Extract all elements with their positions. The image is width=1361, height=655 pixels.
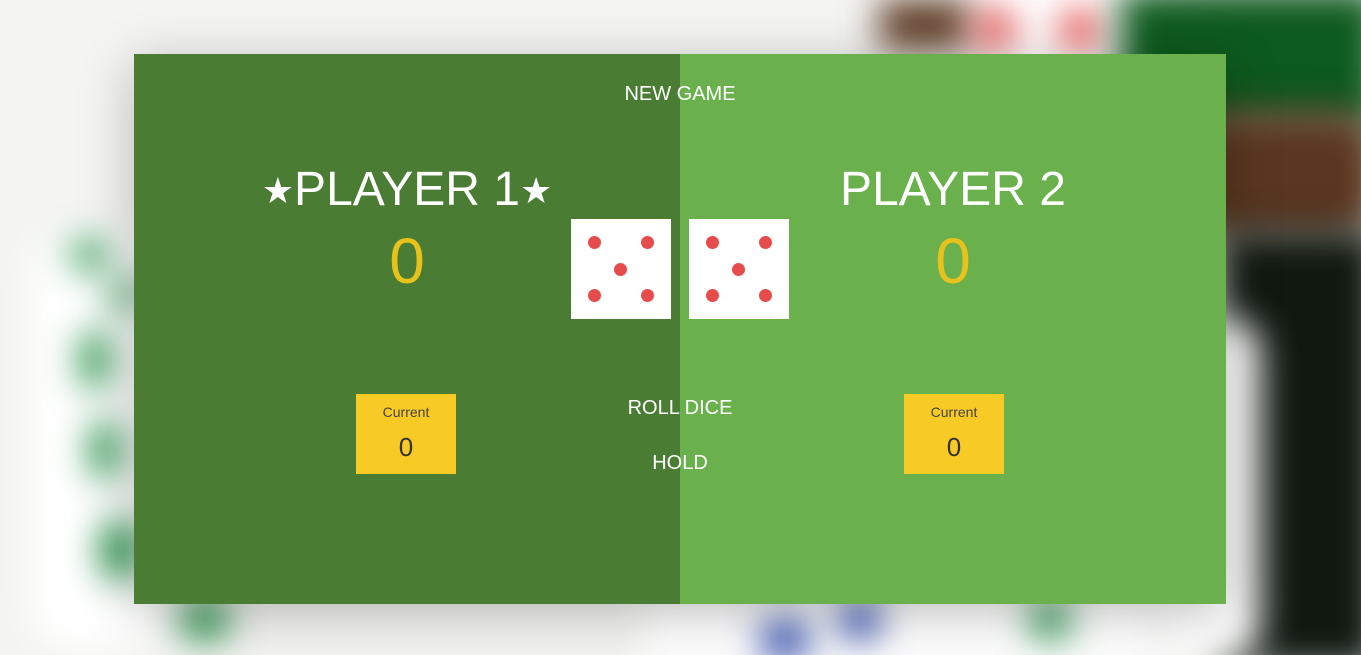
pip bbox=[641, 236, 654, 249]
roll-dice-button[interactable]: ROLL DICE bbox=[134, 396, 1226, 421]
pip bbox=[588, 289, 601, 302]
pip bbox=[759, 289, 772, 302]
pip bbox=[706, 236, 719, 249]
player-2-panel: PLAYER 2 0 Current 0 bbox=[680, 54, 1226, 604]
pip bbox=[706, 289, 719, 302]
hold-button[interactable]: HOLD bbox=[134, 451, 1226, 476]
active-star-icon: ★ bbox=[519, 170, 553, 211]
pip bbox=[759, 236, 772, 249]
player-1-panel: ★PLAYER 1★ 0 Current 0 bbox=[134, 54, 680, 604]
pip bbox=[588, 236, 601, 249]
active-star-icon: ★ bbox=[261, 170, 295, 211]
new-game-button[interactable]: NEW GAME bbox=[134, 82, 1226, 107]
pip bbox=[614, 263, 627, 276]
player-2-name: PLAYER 2 bbox=[840, 163, 1066, 216]
game-board: ★PLAYER 1★ 0 Current 0 PLAYER 2 0 Curren… bbox=[134, 54, 1226, 604]
pip bbox=[641, 289, 654, 302]
dice-1 bbox=[571, 219, 671, 319]
pip bbox=[732, 263, 745, 276]
dice-2 bbox=[689, 219, 789, 319]
player-1-name: ★PLAYER 1★ bbox=[134, 162, 680, 217]
player-1-name-label: PLAYER 1 bbox=[294, 163, 520, 216]
